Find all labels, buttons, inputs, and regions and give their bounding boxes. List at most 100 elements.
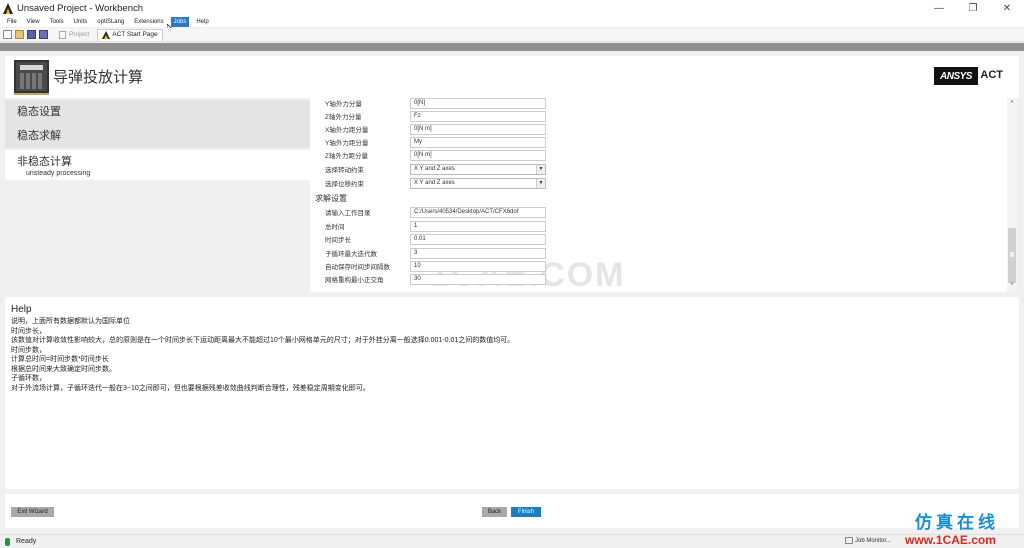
translation-constraint-select[interactable]: X Y and Z axes ▼ [410, 177, 546, 189]
finish-button[interactable]: Finish [511, 507, 541, 517]
step-unsteady-calc-sublabel: unsteady processing [26, 170, 91, 177]
menu-optislang[interactable]: optiSLang [94, 17, 127, 27]
tab-project[interactable]: Project [55, 29, 93, 41]
x-moment-input[interactable]: 0[N m] [410, 123, 546, 135]
header-divider [0, 43, 1024, 51]
total-time-input[interactable]: 1 [410, 220, 546, 232]
brand-watermark-cn: 仿真在线 [915, 513, 999, 532]
y-force-input[interactable]: 0[N] [410, 98, 546, 109]
menu-tools[interactable]: Tools [47, 17, 67, 27]
form-row: Y轴外力分量 0[N] [325, 98, 546, 109]
chevron-down-icon[interactable]: ▼ [536, 164, 545, 174]
save-icon[interactable] [27, 30, 36, 39]
rotation-constraint-select[interactable]: X Y and Z axes ▼ [410, 163, 546, 175]
window-controls: — ❐ ✕ [922, 0, 1024, 16]
back-button[interactable]: Back [482, 507, 507, 517]
toolbar: Project ACT Start Page [0, 28, 1024, 42]
step-steady-solve[interactable]: 稳态求解 [5, 124, 310, 148]
menu-view[interactable]: View [24, 17, 43, 27]
help-line: 计算总时间=时间步数*时间步长 [11, 356, 109, 363]
form-row: 请输入工作目录 C:/Users/40534/Desktop/ACT/CFX6d… [325, 206, 546, 218]
help-line: 该数值对计算收敛性影响较大，总的原则是在一个时间步长下运动距离最大不能超过10个… [11, 337, 515, 344]
maximize-button[interactable]: ❐ [956, 0, 990, 16]
menu-bar: File View Tools Units optiSLang Extensio… [0, 16, 1024, 27]
menu-file[interactable]: File [4, 17, 20, 27]
tab-act-start-page[interactable]: ACT Start Page [97, 28, 163, 41]
min-orthogonal-angle-input[interactable]: 30 [410, 273, 546, 285]
step-unsteady-calc[interactable]: 非稳态计算 unsteady processing [5, 150, 310, 180]
brand-watermark-url: www.1CAE.com [905, 533, 996, 547]
title-bar: Unsaved Project - Workbench — ❐ ✕ [0, 0, 1024, 16]
field-label: 自动保存时间步间隔数 [325, 264, 390, 271]
step-unsteady-calc-label: 非稳态计算 [17, 156, 72, 168]
field-label: 请输入工作目录 [325, 210, 371, 217]
field-label: 子循环最大迭代数 [325, 251, 377, 258]
save-as-icon[interactable] [39, 30, 48, 39]
open-icon[interactable] [15, 30, 24, 39]
status-ready-icon [5, 537, 10, 546]
form-row: 时间步长 0.01 [325, 233, 546, 245]
wizard-steps: 稳态设置 稳态求解 非稳态计算 unsteady processing [5, 100, 310, 292]
minimize-button[interactable]: — [922, 0, 956, 16]
form-row: 子循环最大迭代数 3 [325, 247, 546, 259]
chevron-up-icon[interactable]: ˄ [1007, 100, 1017, 108]
autosave-interval-input[interactable]: 10 [410, 260, 546, 272]
chevron-down-icon[interactable]: ˅ [1007, 282, 1017, 290]
job-monitor-button[interactable]: Job Monitor... [845, 537, 891, 544]
field-label: Z轴外力分量 [325, 114, 362, 121]
y-moment-input[interactable]: My [410, 136, 546, 148]
ansys-brand-logo: ANSYS [934, 67, 978, 85]
wizard-header: 导弹投放计算 ANSYS ACT [5, 56, 1019, 98]
help-line: 子循环数， [11, 375, 46, 382]
help-line: 说明，上面所有数据都默认为国际单位 [11, 318, 130, 325]
select-value: X Y and Z axes [414, 179, 455, 186]
z-moment-input[interactable]: 0[N m] [410, 149, 546, 161]
menu-help[interactable]: Help [193, 17, 211, 27]
field-label: 时间步长 [325, 237, 351, 244]
status-bar: Ready Job Monitor... [0, 534, 1024, 548]
step-steady-setup[interactable]: 稳态设置 [5, 100, 310, 124]
chevron-down-icon[interactable]: ▼ [536, 178, 545, 188]
scrollbar-thumb[interactable] [1008, 228, 1016, 283]
project-doc-icon [59, 30, 66, 39]
field-label: Y轴外力距分量 [325, 140, 369, 147]
working-directory-input[interactable]: C:/Users/40534/Desktop/ACT/CFX6dof [410, 206, 546, 218]
field-label: 总时间 [325, 224, 345, 231]
help-title: Help [11, 304, 32, 315]
z-force-input[interactable]: Fz [410, 110, 546, 122]
menu-extensions[interactable]: Extensions [131, 17, 166, 27]
status-text: Ready [16, 538, 37, 545]
calculator-icon [14, 60, 49, 95]
form-row: 网格重构最小正交角 30 [325, 273, 546, 285]
job-monitor-icon [845, 537, 853, 544]
help-line: 时间步数， [11, 346, 46, 354]
window-title: Unsaved Project - Workbench [17, 2, 144, 14]
properties-form: 1CAE.COM Y轴外力分量 0[N] Z轴外力分量 Fz X轴外力距分量 0… [310, 98, 1017, 292]
time-step-input[interactable]: 0.01 [410, 233, 546, 245]
help-line: 时间步长， [11, 327, 46, 335]
menu-units[interactable]: Units [71, 17, 91, 27]
form-row: 总时间 1 [325, 220, 546, 232]
new-icon[interactable] [3, 30, 12, 39]
ansys-logo-icon [3, 2, 13, 14]
form-row: Z轴外力分量 Fz [325, 110, 546, 122]
tab-act-start-page-label: ACT Start Page [112, 31, 158, 38]
form-row: 选择转动约束 X Y and Z axes ▼ [325, 163, 546, 175]
close-button[interactable]: ✕ [990, 0, 1024, 16]
field-label: 网格重构最小正交角 [325, 277, 384, 284]
ansys-tab-icon [102, 31, 111, 39]
form-scrollbar[interactable]: ˄ ˅ [1007, 98, 1017, 292]
form-row: Z轴外力距分量 0[N m] [325, 149, 546, 161]
field-label: 选择位移约束 [325, 181, 364, 188]
solve-section-title: 求解设置 [315, 194, 347, 203]
tab-project-label: Project [69, 30, 90, 38]
exit-wizard-button[interactable]: Exit Wizard [11, 507, 54, 517]
form-row: 选择位移约束 X Y and Z axes ▼ [325, 177, 546, 189]
wizard-title: 导弹投放计算 [53, 69, 144, 86]
max-subiterations-input[interactable]: 3 [410, 247, 546, 259]
help-line: 根据总时间来大致确定时间步数。 [11, 365, 116, 373]
job-monitor-label: Job Monitor... [855, 537, 892, 544]
form-row: Y轴外力距分量 My [325, 136, 546, 148]
help-line: 对于外流场计算，子循环迭代一般在3~10之间即可，但也要根据残差收敛曲线判断合理… [11, 384, 370, 392]
select-value: X Y and Z axes [414, 165, 455, 172]
